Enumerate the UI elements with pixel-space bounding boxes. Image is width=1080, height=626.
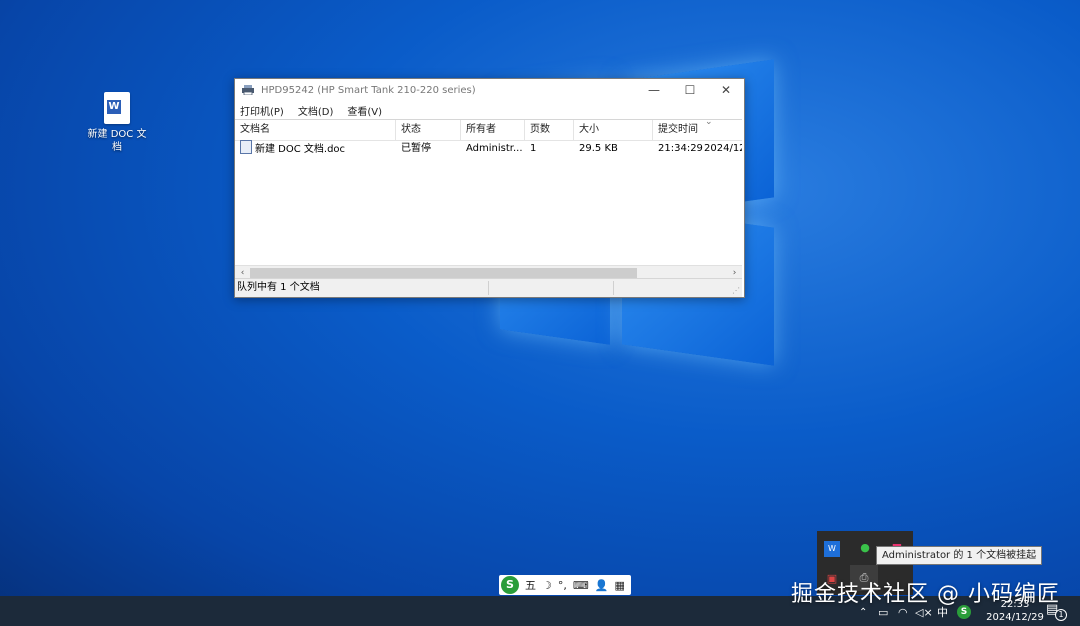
- column-header-size[interactable]: 大小: [574, 120, 653, 140]
- window-title: HPD95242 (HP Smart Tank 210-220 series): [261, 84, 476, 96]
- taskbar-clock[interactable]: 22:33 2024/12/29: [982, 598, 1048, 624]
- status-divider: [613, 281, 614, 295]
- menu-document[interactable]: 文档(D): [298, 103, 334, 118]
- minimize-button[interactable]: —: [636, 79, 672, 101]
- grid-icon[interactable]: ▦: [614, 579, 624, 592]
- ime-toolbar[interactable]: S 五 ☽ °, ⌨ 👤 ▦: [499, 575, 631, 595]
- user-icon[interactable]: 👤: [595, 579, 609, 592]
- maximize-button[interactable]: ☐: [672, 79, 708, 101]
- app-tray-icon[interactable]: W: [824, 541, 840, 557]
- printer-tooltip: Administrator 的 1 个文档被挂起: [876, 546, 1043, 565]
- punctuation-icon[interactable]: °,: [558, 579, 567, 592]
- menu-bar: 打印机(P) 文档(D) 查看(V): [235, 101, 744, 119]
- printer-icon: [242, 85, 254, 95]
- menu-view[interactable]: 查看(V): [347, 103, 382, 118]
- moon-icon[interactable]: ☽: [542, 579, 552, 592]
- status-divider: [488, 281, 489, 295]
- column-header-status[interactable]: 状态: [396, 120, 461, 140]
- clock-date: 2024/12/29: [986, 612, 1044, 623]
- sogou-logo-icon[interactable]: S: [501, 576, 519, 594]
- document-list[interactable]: 文档名 状态 所有者 页数 大小 提交时间 ⌄ 新建 DOC 文档.doc 已暂…: [235, 117, 742, 281]
- queue-status-text: 队列中有 1 个文档: [237, 282, 320, 293]
- wechat-icon[interactable]: ●: [857, 540, 873, 556]
- cell-pages: 1: [530, 143, 537, 154]
- volume-mute-icon[interactable]: ◁×: [915, 600, 933, 624]
- ime-mode[interactable]: 五: [525, 577, 536, 593]
- cell-size: 29.5 KB: [579, 143, 618, 154]
- clock-time: 22:33: [1000, 599, 1030, 610]
- desktop-icon-label: 新建 DOC 文档: [87, 129, 147, 153]
- column-header-owner[interactable]: 所有者: [461, 120, 525, 140]
- sogou-tray-logo: S: [957, 605, 971, 619]
- cell-owner: Administr...: [466, 143, 523, 154]
- close-button[interactable]: ✕: [708, 79, 744, 101]
- menu-printer[interactable]: 打印机(P): [240, 103, 284, 118]
- column-header-pages[interactable]: 页数: [525, 120, 574, 140]
- print-queue-window[interactable]: HPD95242 (HP Smart Tank 210-220 series) …: [234, 78, 745, 298]
- scrollbar-thumb[interactable]: [250, 268, 637, 278]
- network-adapter-icon[interactable]: ▭: [878, 600, 888, 624]
- notification-center-icon[interactable]: ▤ 1: [1046, 602, 1067, 621]
- sort-chevron-icon: ⌄: [705, 117, 713, 127]
- keyboard-icon[interactable]: ⌨: [573, 579, 589, 592]
- tray-chevron-icon[interactable]: ⌃: [859, 600, 867, 624]
- desktop-icon-doc[interactable]: W 新建 DOC 文档: [86, 92, 148, 154]
- sogou-tray-icon[interactable]: S: [957, 600, 971, 624]
- resize-grip-icon[interactable]: ⋰: [732, 286, 740, 295]
- cell-document-name: 新建 DOC 文档.doc: [235, 140, 396, 158]
- table-row[interactable]: 新建 DOC 文档.doc 已暂停 Administr... 1 29.5 KB…: [235, 140, 742, 158]
- title-bar[interactable]: HPD95242 (HP Smart Tank 210-220 series) …: [235, 79, 744, 101]
- notification-count: 1: [1055, 609, 1067, 621]
- word-doc-icon: W: [104, 92, 130, 124]
- column-header-submitted[interactable]: 提交时间: [653, 120, 742, 140]
- cell-time: 21:34:29: [658, 143, 703, 154]
- cell-status: 已暂停: [401, 143, 431, 154]
- document-icon: [240, 140, 252, 154]
- wifi-icon[interactable]: ◠: [898, 600, 908, 624]
- list-header: 文档名 状态 所有者 页数 大小 提交时间 ⌄: [235, 117, 742, 141]
- cell-date: 2024/12...: [704, 143, 742, 154]
- input-language[interactable]: 中: [937, 600, 948, 624]
- status-bar: 队列中有 1 个文档 ⋰: [235, 278, 742, 297]
- column-header-name[interactable]: 文档名: [235, 120, 396, 140]
